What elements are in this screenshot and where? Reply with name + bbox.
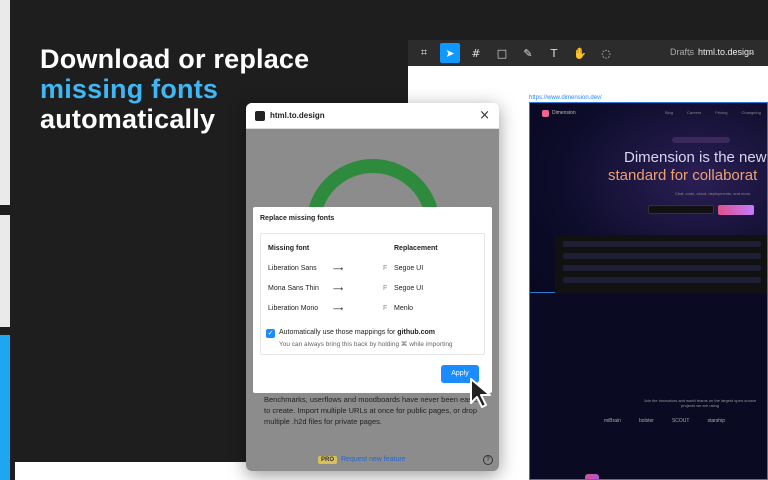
- hand-tool-icon[interactable]: ✋: [570, 43, 590, 63]
- arrow-right-icon: ⟶: [333, 265, 344, 273]
- pro-badge: PRO: [318, 456, 338, 464]
- site-logo-icon: [542, 110, 549, 117]
- auto-mapping-checkbox[interactable]: ✓: [266, 329, 275, 338]
- site-logos-section: Join the innovators and world teams on t…: [530, 294, 767, 479]
- frame-label[interactable]: https://www.dimension.dev/: [529, 95, 602, 101]
- column-header-replacement: Replacement: [394, 245, 438, 252]
- site-logo-item: miBrain: [604, 418, 621, 424]
- replacement-font[interactable]: Segoe UI: [394, 265, 423, 272]
- font-icon: F: [383, 305, 388, 312]
- hero-title-line1: Download or replace: [40, 44, 310, 74]
- arrow-right-icon: ⟶: [333, 285, 344, 293]
- checkbox-domain: github.com: [397, 329, 436, 336]
- site-pill: [672, 137, 730, 143]
- site-logo-item: SCOUT: [671, 418, 690, 424]
- replacement-font[interactable]: Segoe UI: [394, 285, 423, 292]
- hero-title-line2: missing fonts: [40, 74, 219, 104]
- figma-toolbar: ⌗ ➤ # □ ✎ T ✋ ◌ Drafts / html.to.design …: [408, 40, 768, 66]
- pen-tool-icon[interactable]: ✎: [518, 43, 538, 63]
- move-tool-icon[interactable]: ➤: [440, 43, 460, 63]
- site-mid-text: Join the innovators and world teams on t…: [643, 398, 757, 408]
- request-feature-link[interactable]: Request new feature: [341, 456, 406, 463]
- site-nav: Blog Careers Pricing Changelog: [665, 110, 761, 115]
- checkbox-label: Automatically use those mappings for git…: [279, 329, 435, 336]
- breadcrumb-separator: /: [689, 48, 692, 58]
- site-brand: Dimension: [552, 110, 576, 116]
- font-mapping-row[interactable]: Liberation Sans ⟶ F Segoe UI: [268, 265, 483, 275]
- file-name[interactable]: html.to.design: [698, 47, 754, 57]
- checkbox-hint: You can always bring this back by holdin…: [279, 341, 453, 348]
- site-heading-line2: standard for collaborat: [608, 167, 758, 184]
- mouse-cursor-icon: [470, 378, 491, 408]
- arrow-right-icon: ⟶: [333, 305, 344, 313]
- shape-tool-icon[interactable]: □: [492, 43, 512, 63]
- imported-site-frame[interactable]: Dimension Blog Careers Pricing Changelog…: [529, 102, 768, 480]
- site-logo-item: starship: [707, 418, 725, 424]
- site-subtitle: Chat, code, cloud, deployments, and more…: [675, 191, 752, 196]
- missing-font: Liberation Mono: [268, 305, 319, 312]
- plugin-logo-icon: [255, 110, 265, 121]
- text-tool-icon[interactable]: T: [544, 43, 564, 63]
- site-nav-item: Blog: [665, 110, 674, 115]
- dialog-title: Replace missing fonts: [260, 215, 335, 222]
- site-heading-line1: Dimension is the new: [624, 149, 767, 166]
- site-email-input: [648, 205, 714, 214]
- help-icon[interactable]: ?: [483, 455, 493, 465]
- comment-tool-icon[interactable]: ◌: [596, 43, 616, 63]
- font-icon: F: [383, 285, 388, 292]
- missing-font: Mona Sans Thin: [268, 285, 319, 292]
- site-footer-logo-icon: [585, 474, 599, 479]
- site-nav-item: Careers: [687, 110, 702, 115]
- site-app-preview: [555, 235, 767, 293]
- plugin-title: html.to.design: [270, 111, 325, 120]
- replace-fonts-dialog: Replace missing fonts Missing font Repla…: [253, 207, 492, 393]
- replacement-font[interactable]: Menlo: [394, 305, 413, 312]
- main-menu-icon[interactable]: ⌗: [414, 43, 434, 63]
- font-icon: F: [383, 265, 388, 272]
- chevron-down-icon[interactable]: ⌄: [748, 47, 755, 56]
- font-mapping-panel: Missing font Replacement Liberation Sans…: [260, 233, 485, 355]
- frame-tool-icon[interactable]: #: [466, 43, 486, 63]
- column-header-missing: Missing font: [268, 245, 310, 252]
- close-icon[interactable]: ×: [479, 108, 490, 123]
- plugin-description: Benchmarks, userflows and moodboards hav…: [264, 395, 481, 426]
- site-nav-item: Changelog: [741, 110, 761, 115]
- plugin-header: html.to.design ×: [246, 103, 499, 129]
- site-logo-item: bolster: [638, 418, 654, 424]
- checkbox-label-prefix: Automatically use those mappings for: [279, 329, 396, 336]
- font-mapping-row[interactable]: Mona Sans Thin ⟶ F Segoe UI: [268, 285, 483, 295]
- site-nav-item: Pricing: [715, 110, 728, 115]
- site-hero: Dimension Blog Careers Pricing Changelog…: [530, 103, 767, 293]
- font-mapping-row[interactable]: Liberation Mono ⟶ F Menlo: [268, 305, 483, 315]
- site-cta-button: [718, 205, 754, 215]
- missing-font: Liberation Sans: [268, 265, 317, 272]
- site-logos: miBrain bolster SCOUT starship: [604, 418, 725, 424]
